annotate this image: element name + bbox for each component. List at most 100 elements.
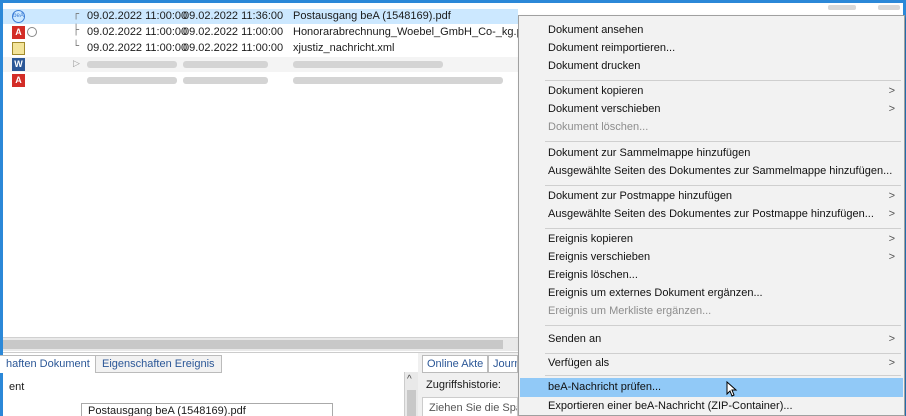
tab-document-properties[interactable]: haften Dokument xyxy=(0,355,97,373)
menu-item-label: Dokument zur Postmappe hinzufügen xyxy=(548,190,733,202)
table-row[interactable]: W ▷ xyxy=(3,57,518,72)
submenu-arrow-icon: > xyxy=(888,233,895,245)
menu-item-add-to-collection[interactable]: Dokument zur Sammelmappe hinzufügen xyxy=(520,144,903,163)
submenu-arrow-icon: > xyxy=(888,103,895,115)
table-row[interactable]: A ├ 09.02.2022 11:00:00 09.02.2022 11:00… xyxy=(3,25,532,40)
menu-item-dispose-as[interactable]: Verfügen als > xyxy=(520,354,903,373)
menu-item-move-event[interactable]: Ereignis verschieben > xyxy=(520,248,903,267)
submenu-arrow-icon: > xyxy=(888,208,895,220)
menu-item-delete-document: Dokument löschen... xyxy=(520,118,903,137)
blurred-text xyxy=(293,61,443,68)
menu-item-label: Dokument drucken xyxy=(548,60,641,72)
group-by-drop-area[interactable]: Ziehen Sie die Spa xyxy=(422,397,518,416)
menu-item-move-document[interactable]: Dokument verschieben > xyxy=(520,100,903,119)
scrollbar-thumb[interactable] xyxy=(407,390,416,416)
tab-online-akte[interactable]: Online Akte xyxy=(422,355,489,373)
blurred-text xyxy=(183,77,268,84)
menu-item-label: Verfügen als xyxy=(548,357,610,369)
table-row[interactable]: └ 09.02.2022 11:00:00 09.02.2022 11:00:0… xyxy=(3,41,518,56)
pdf-icon: A xyxy=(12,74,25,87)
menu-separator xyxy=(545,375,901,376)
menu-item-add-pages-to-mail-folder[interactable]: Ausgewählte Seiten des Dokumentes zur Po… xyxy=(520,205,903,224)
date-cell: 09.02.2022 11:00:00 xyxy=(87,26,188,38)
menu-item-view-document[interactable]: Dokument ansehen xyxy=(520,21,903,40)
tree-connector: ┌ xyxy=(73,9,80,20)
tree-connector: └ xyxy=(73,41,80,52)
submenu-arrow-icon: > xyxy=(888,190,895,202)
menu-separator xyxy=(545,228,901,229)
menu-item-label: Exportieren einer beA-Nachricht (ZIP-Con… xyxy=(548,400,793,412)
expand-arrow-icon[interactable]: ▷ xyxy=(73,58,80,69)
vertical-scrollbar[interactable]: ^ xyxy=(404,372,418,416)
date-cell: 09.02.2022 11:00:00 xyxy=(87,42,188,54)
scrollbar-thumb[interactable] xyxy=(3,340,503,349)
menu-item-label: Ereignis verschieben xyxy=(548,251,651,263)
menu-item-delete-event[interactable]: Ereignis löschen... xyxy=(520,266,903,285)
bea-icon: beA xyxy=(12,10,25,23)
menu-item-check-bea-message[interactable]: beA-Nachricht prüfen... xyxy=(520,378,903,397)
blurred-text xyxy=(87,61,177,68)
submenu-arrow-icon: > xyxy=(888,251,895,263)
filename-cell: xjustiz_nachricht.xml xyxy=(293,42,395,54)
access-history-label: Zugriffshistorie: xyxy=(426,379,501,391)
menu-separator xyxy=(545,325,901,326)
scroll-up-icon[interactable]: ^ xyxy=(407,374,412,385)
menu-item-label: Ausgewählte Seiten des Dokumentes zur Po… xyxy=(548,208,874,220)
filename-cell: Honorarabrechnung_Woebel_GmbH_Co-_kg.pdf xyxy=(293,26,532,38)
filename-cell: Postausgang beA (1548169).pdf xyxy=(293,10,451,22)
menu-item-label: Dokument kopieren xyxy=(548,85,644,97)
table-row[interactable]: beA ┌ 09.02.2022 11:00:00 09.02.2022 11:… xyxy=(3,9,518,24)
menu-item-export-bea-message[interactable]: Exportieren einer beA-Nachricht (ZIP-Con… xyxy=(520,397,903,416)
menu-item-label: Dokument löschen... xyxy=(548,121,649,133)
blurred-text xyxy=(183,61,268,68)
date-cell: 09.02.2022 11:00:00 xyxy=(87,10,188,22)
xml-note-icon xyxy=(12,42,25,55)
tab-journal[interactable]: Journ xyxy=(488,355,518,373)
date-cell: 09.02.2022 11:00:00 xyxy=(183,26,284,38)
tree-connector: ├ xyxy=(73,25,80,36)
menu-separator xyxy=(545,185,901,186)
context-menu: Dokument ansehen Dokument reimportieren.… xyxy=(518,15,905,416)
field-label: ent xyxy=(9,381,25,393)
menu-item-copy-event[interactable]: Ereignis kopieren > xyxy=(520,230,903,249)
menu-item-label: Ereignis löschen... xyxy=(548,269,638,281)
menu-item-label: Senden an xyxy=(548,333,602,345)
menu-item-label: beA-Nachricht prüfen... xyxy=(548,381,662,393)
date-cell: 09.02.2022 11:00:00 xyxy=(183,42,284,54)
menu-item-label: Ereignis um Merkliste ergänzen... xyxy=(548,305,712,317)
horizontal-scrollbar[interactable] xyxy=(3,337,518,351)
word-icon: W xyxy=(12,58,25,71)
table-row[interactable]: A xyxy=(3,73,518,88)
menu-separator xyxy=(545,80,901,81)
menu-item-add-to-mail-folder[interactable]: Dokument zur Postmappe hinzufügen > xyxy=(520,187,903,206)
menu-item-label: Dokument zur Sammelmappe hinzufügen xyxy=(548,147,751,159)
document-list: beA ┌ 09.02.2022 11:00:00 09.02.2022 11:… xyxy=(3,3,532,337)
menu-item-label: Dokument reimportieren... xyxy=(548,42,676,54)
tab-event-properties[interactable]: Eigenschaften Ereignis xyxy=(95,355,222,373)
blurred-text xyxy=(828,5,856,10)
header-blurred xyxy=(778,3,903,14)
menu-item-extend-event-watchlist: Ereignis um Merkliste ergänzen... xyxy=(520,302,903,321)
submenu-arrow-icon: > xyxy=(888,357,895,369)
menu-item-extend-event-external[interactable]: Ereignis um externes Dokument ergänzen..… xyxy=(520,284,903,303)
mouse-cursor-icon xyxy=(726,381,738,397)
menu-item-label: Ereignis um externes Dokument ergänzen..… xyxy=(548,287,763,299)
menu-item-label: Dokument verschieben xyxy=(548,103,661,115)
menu-item-copy-document[interactable]: Dokument kopieren > xyxy=(520,82,903,101)
akte-panel: Online Akte Journ Zugriffshistorie: Zieh… xyxy=(418,352,518,416)
certificate-icon xyxy=(27,27,37,37)
menu-item-label: Ausgewählte Seiten des Dokumentes zur Sa… xyxy=(548,165,893,177)
date-cell: 09.02.2022 11:36:00 xyxy=(183,10,284,22)
pdf-icon: A xyxy=(12,26,25,39)
menu-separator xyxy=(545,141,901,142)
menu-item-label: Ereignis kopieren xyxy=(548,233,633,245)
submenu-arrow-icon: > xyxy=(888,85,895,97)
menu-item-print-document[interactable]: Dokument drucken xyxy=(520,57,903,76)
menu-item-send-to[interactable]: Senden an > xyxy=(520,330,903,349)
blurred-text xyxy=(293,77,503,84)
menu-item-add-pages-to-collection[interactable]: Ausgewählte Seiten des Dokumentes zur Sa… xyxy=(520,162,903,181)
blurred-text xyxy=(87,77,177,84)
menu-item-reimport-document[interactable]: Dokument reimportieren... xyxy=(520,39,903,58)
submenu-arrow-icon: > xyxy=(888,333,895,345)
document-name-field[interactable]: Postausgang beA (1548169).pdf xyxy=(81,403,333,416)
